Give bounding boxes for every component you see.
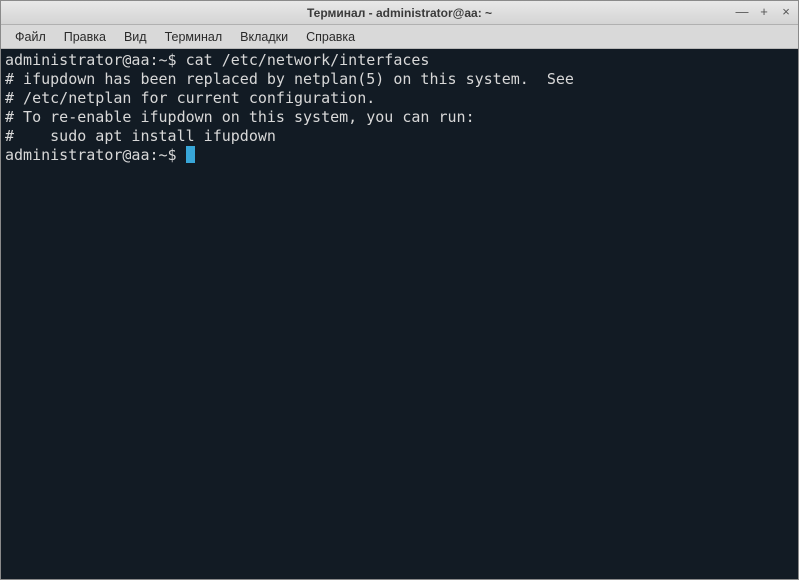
- menu-view[interactable]: Вид: [116, 27, 155, 47]
- prompt-text: administrator@aa:~$: [5, 146, 186, 164]
- command-text: cat /etc/network/interfaces: [186, 51, 430, 69]
- terminal-window: Терминал - administrator@aa: ~ — + × Фай…: [0, 0, 799, 580]
- titlebar[interactable]: Терминал - administrator@aa: ~ — + ×: [1, 1, 798, 25]
- output-line: # sudo apt install ifupdown: [5, 127, 276, 145]
- maximize-button[interactable]: +: [756, 3, 772, 19]
- cursor: [186, 146, 195, 163]
- output-line: # ifupdown has been replaced by netplan(…: [5, 70, 574, 88]
- prompt-text: administrator@aa:~$: [5, 51, 186, 69]
- window-title: Терминал - administrator@aa: ~: [307, 6, 492, 20]
- menu-help[interactable]: Справка: [298, 27, 363, 47]
- output-line: # /etc/netplan for current configuration…: [5, 89, 375, 107]
- window-controls: — + ×: [734, 3, 794, 19]
- menubar: Файл Правка Вид Терминал Вкладки Справка: [1, 25, 798, 49]
- menu-tabs[interactable]: Вкладки: [232, 27, 296, 47]
- menu-terminal[interactable]: Терминал: [157, 27, 231, 47]
- menu-edit[interactable]: Правка: [56, 27, 114, 47]
- close-button[interactable]: ×: [778, 3, 794, 19]
- menu-file[interactable]: Файл: [7, 27, 54, 47]
- terminal-area[interactable]: administrator@aa:~$ cat /etc/network/int…: [1, 49, 798, 579]
- minimize-button[interactable]: —: [734, 3, 750, 19]
- output-line: # To re-enable ifupdown on this system, …: [5, 108, 475, 126]
